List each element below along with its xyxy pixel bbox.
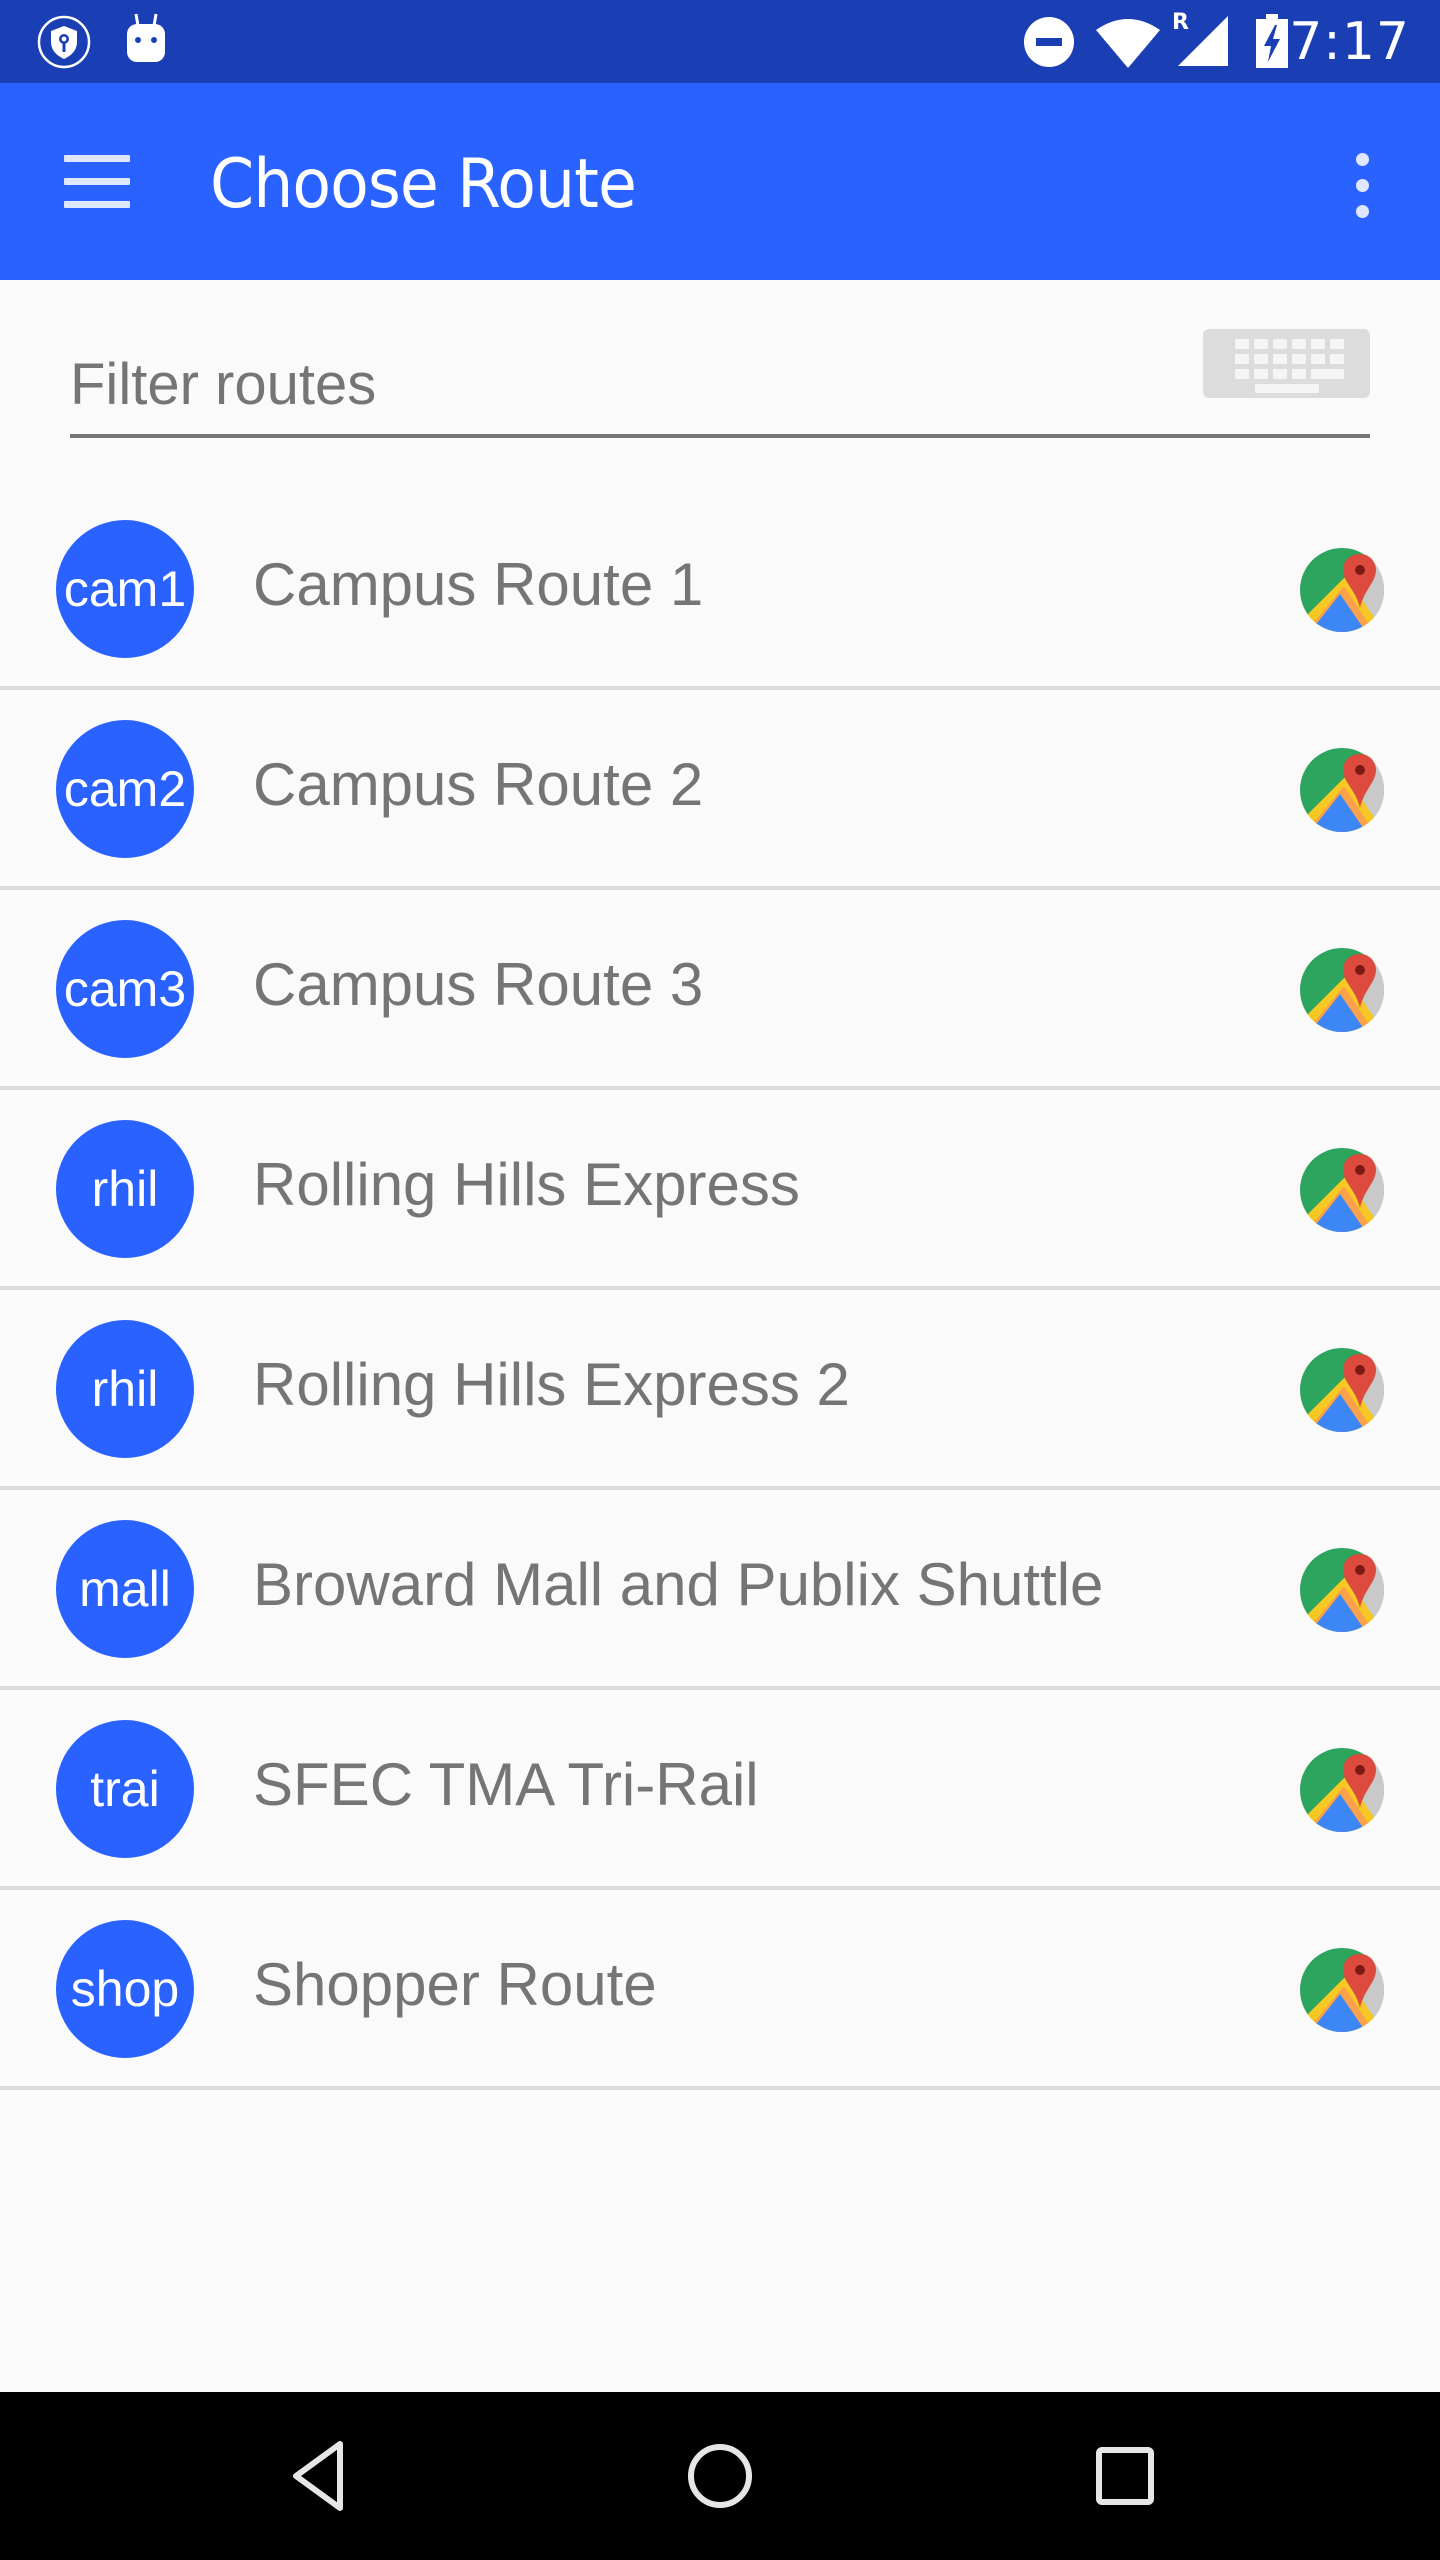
route-list-item[interactable]: shop Shopper Route: [0, 1890, 1440, 2090]
route-list-item[interactable]: mall Broward Mall and Publix Shuttle: [0, 1490, 1440, 1690]
back-icon[interactable]: [278, 2436, 358, 2516]
route-name: Shopper Route: [253, 1951, 657, 2018]
status-bar: R 7:17: [0, 0, 1440, 83]
keyboard-icon[interactable]: [1203, 329, 1370, 398]
route-name: SFEC TMA Tri-Rail: [253, 1751, 759, 1818]
route-code-avatar: cam2: [56, 720, 194, 858]
route-code-avatar: trai: [56, 1720, 194, 1858]
hamburger-menu-icon[interactable]: [64, 155, 130, 209]
route-list-item[interactable]: rhil Rolling Hills Express 2: [0, 1290, 1440, 1490]
route-name: Campus Route 2: [253, 751, 704, 818]
route-list-item[interactable]: trai SFEC TMA Tri-Rail: [0, 1690, 1440, 1890]
route-list-item[interactable]: cam2 Campus Route 2: [0, 690, 1440, 890]
filter-routes-input[interactable]: [70, 344, 1170, 424]
filter-underline: [70, 434, 1370, 438]
route-code-avatar: mall: [56, 1520, 194, 1658]
route-code-avatar: rhil: [56, 1320, 194, 1458]
more-vert-icon[interactable]: [1346, 153, 1380, 219]
route-name: Rolling Hills Express 2: [253, 1351, 850, 1418]
page-title: Choose Route: [210, 145, 637, 224]
google-maps-icon[interactable]: [1300, 748, 1384, 832]
route-list-item[interactable]: cam3 Campus Route 3: [0, 890, 1440, 1090]
route-list-item[interactable]: rhil Rolling Hills Express: [0, 1090, 1440, 1290]
vpn-key-shield-icon: [37, 15, 91, 69]
google-maps-icon[interactable]: [1300, 548, 1384, 632]
google-maps-icon[interactable]: [1300, 1948, 1384, 2032]
route-name: Rolling Hills Express: [253, 1151, 800, 1218]
wifi-icon: [1096, 19, 1160, 68]
route-code-avatar: rhil: [56, 1120, 194, 1258]
status-time: 7:17: [1289, 12, 1410, 72]
google-maps-icon[interactable]: [1300, 1148, 1384, 1232]
recents-icon[interactable]: [1085, 2436, 1165, 2516]
google-maps-icon[interactable]: [1300, 1348, 1384, 1432]
google-maps-icon[interactable]: [1300, 948, 1384, 1032]
android-robot-icon: [127, 13, 165, 62]
system-nav-bar: [0, 2392, 1440, 2560]
route-code-avatar: shop: [56, 1920, 194, 2058]
app-bar: Choose Route: [0, 83, 1440, 280]
cellular-signal-icon: [1178, 16, 1228, 66]
route-name: Broward Mall and Publix Shuttle: [253, 1551, 1104, 1618]
google-maps-icon[interactable]: [1300, 1748, 1384, 1832]
filter-routes-field: [70, 330, 1370, 438]
route-code-avatar: cam1: [56, 520, 194, 658]
google-maps-icon[interactable]: [1300, 1548, 1384, 1632]
route-list-item[interactable]: cam1 Campus Route 1: [0, 490, 1440, 690]
route-code-avatar: cam3: [56, 920, 194, 1058]
battery-charging-icon: [1256, 14, 1288, 68]
route-name: Campus Route 3: [253, 951, 704, 1018]
home-icon[interactable]: [680, 2436, 760, 2516]
route-list: cam1 Campus Route 1 cam2 Campus Route 2 …: [0, 490, 1440, 2090]
do-not-disturb-icon: [1024, 17, 1074, 67]
route-name: Campus Route 1: [253, 551, 704, 618]
